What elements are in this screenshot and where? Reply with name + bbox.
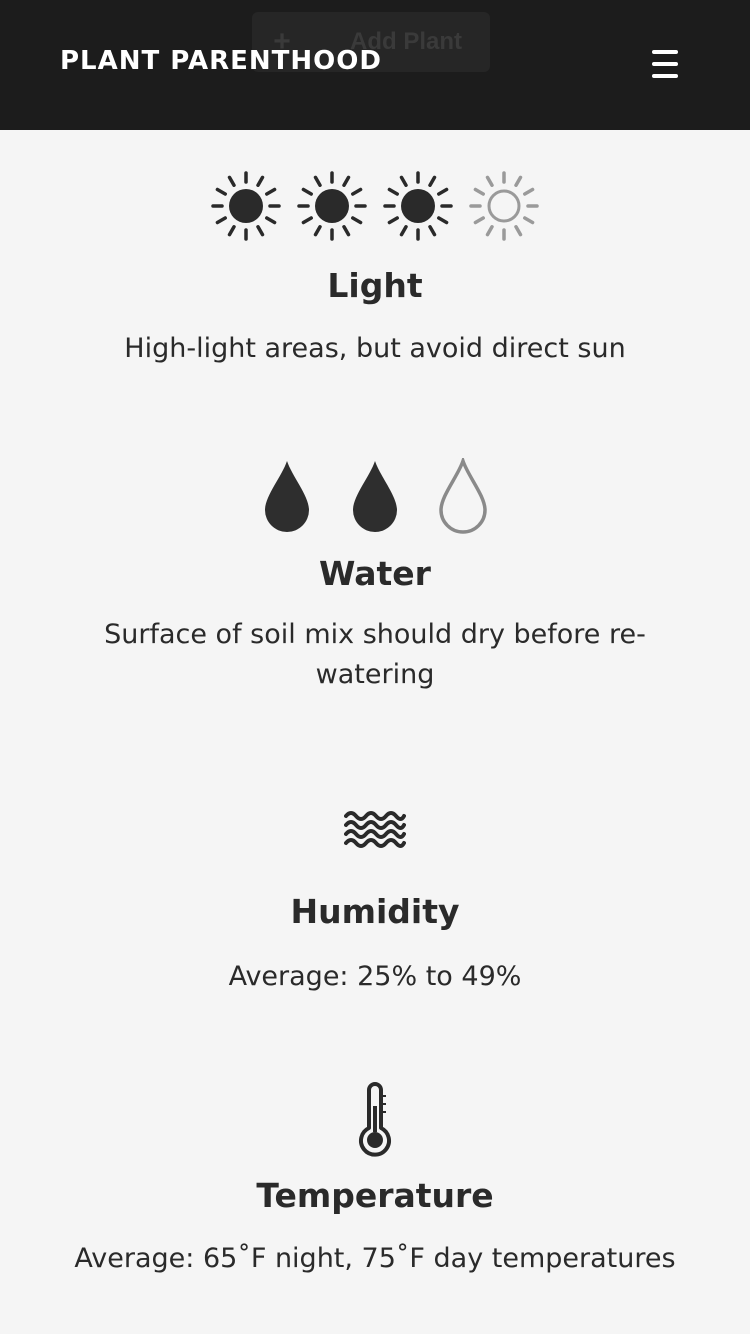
humidity-section: Humidity Average: 25% to 49%	[0, 806, 750, 997]
sun-icon-empty	[469, 171, 539, 241]
sun-icon-filled	[383, 171, 453, 241]
temperature-title: Temperature	[256, 1176, 494, 1215]
humidity-title: Humidity	[290, 892, 460, 931]
top-navbar: + Add Plant PLANT PARENTHOOD	[0, 0, 750, 130]
hamburger-menu-icon[interactable]	[648, 50, 682, 78]
water-title: Water	[319, 554, 431, 593]
light-title: Light	[327, 266, 423, 305]
temperature-section: Temperature Average: 65˚F night, 75˚F da…	[0, 1082, 750, 1279]
water-rating	[0, 458, 750, 534]
sun-icon-filled	[297, 171, 367, 241]
light-description: High-light areas, but avoid direct sun	[124, 333, 626, 364]
light-rating	[0, 168, 750, 244]
water-drop-icon-filled	[265, 461, 309, 532]
water-drop-icon-empty	[439, 458, 487, 534]
temperature-description: Average: 65˚F night, 75˚F day temperatur…	[74, 1243, 676, 1274]
humidity-description: Average: 25% to 49%	[228, 961, 522, 992]
water-description: Surface of soil mix should dry before re…	[104, 619, 646, 690]
water-section: Water Surface of soil mix should dry bef…	[0, 458, 750, 695]
brand-title[interactable]: PLANT PARENTHOOD	[60, 46, 382, 76]
water-drop-icon-filled	[353, 461, 397, 532]
waves-icon	[0, 806, 750, 850]
sun-icon-filled	[211, 171, 281, 241]
thermometer-icon	[0, 1082, 750, 1158]
light-section: Light High-light areas, but avoid direct…	[0, 168, 750, 369]
